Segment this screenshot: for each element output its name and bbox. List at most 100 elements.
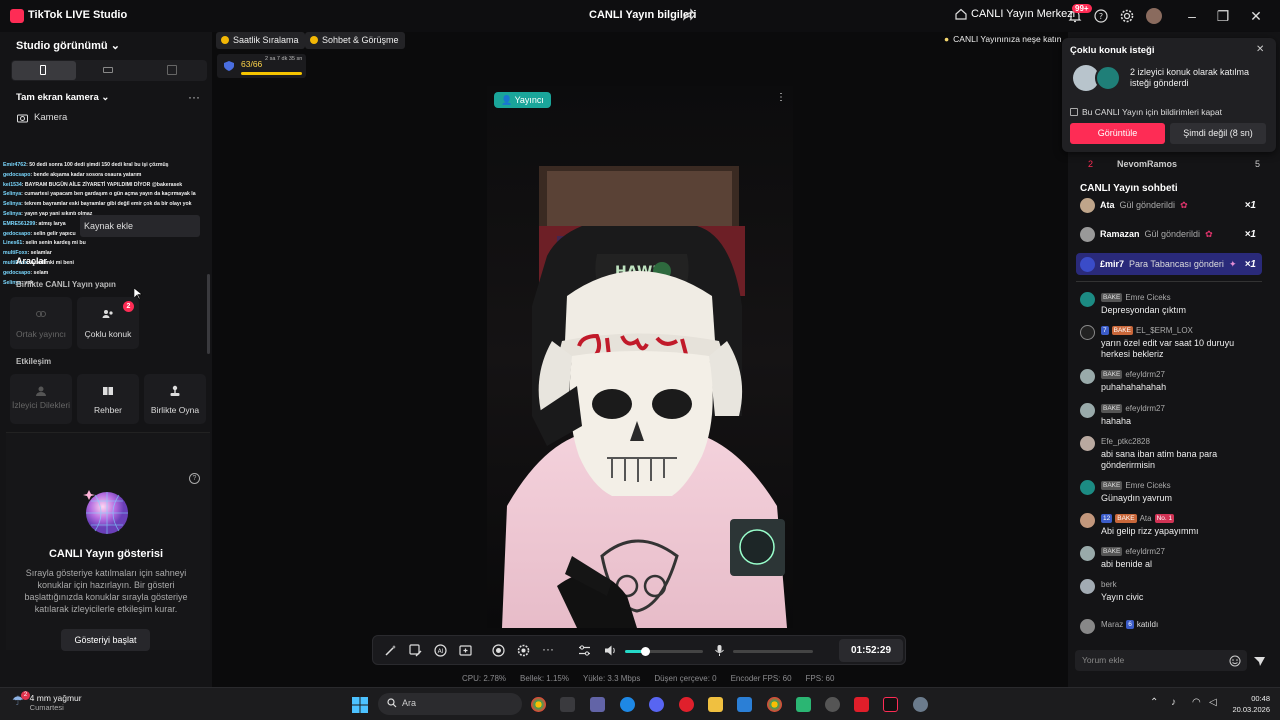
co-host-tool[interactable]: Ortak yayıncı (10, 297, 72, 349)
magic-wand-icon[interactable] (384, 644, 397, 657)
speaker-icon[interactable] (604, 644, 617, 657)
level-badge: 12 (1101, 514, 1113, 523)
emoji-icon[interactable] (1229, 655, 1241, 670)
split-option[interactable] (167, 65, 177, 75)
chevron-up-icon[interactable]: ⌃ (1150, 697, 1158, 708)
teams-icon[interactable] (590, 697, 605, 712)
avatar (1080, 226, 1095, 242)
tiktok-icon[interactable] (883, 697, 898, 712)
send-icon[interactable] (1254, 656, 1265, 670)
encoder-fps-stat: Encoder FPS: 60 (730, 674, 792, 683)
avatar (1080, 546, 1095, 561)
live-show-description: Sırayla gösteriye katılmaları için sahne… (24, 568, 188, 614)
folder-icon[interactable] (708, 697, 723, 712)
rank-position: 2 (1088, 159, 1094, 169)
message-text: abi sana iban atim bana para gönderirmis… (1101, 449, 1218, 470)
chrome-icon[interactable] (767, 697, 782, 712)
person-icon: 👤 (501, 95, 513, 105)
landscape-option[interactable] (103, 67, 113, 73)
system-clock[interactable]: 00:48 20.03.2026 (1226, 693, 1270, 715)
checkbox[interactable] (1070, 108, 1078, 116)
overlay-chat-user: Lines61 (3, 240, 23, 247)
tiktok-logo-icon (10, 9, 24, 23)
live-center-button[interactable]: CANLI Yayın Merkezi (955, 8, 1075, 20)
interaction-heading: Etkileşim (16, 357, 52, 366)
disco-ball-icon (81, 489, 133, 540)
hourly-ranking-pill[interactable]: Saatlik Sıralama (216, 32, 305, 49)
video-more-icon[interactable]: ⋮ (776, 92, 786, 103)
start-show-button[interactable]: Gösteriyi başlat (61, 629, 150, 651)
live-info-title[interactable]: CANLI Yayın bilgileri (589, 9, 696, 21)
search-placeholder: Ara (402, 698, 417, 708)
message-text: Günaydın yavrum (1101, 493, 1173, 503)
record-icon[interactable] (492, 644, 505, 657)
viewer-wishes-tool[interactable]: İzleyici Dilekleri (10, 374, 72, 424)
avatar (1080, 619, 1095, 634)
upload-stat: Yükle: 3.3 Mbps (582, 674, 641, 683)
svg-text:AI: AI (438, 648, 444, 655)
chat-call-pill[interactable]: Sohbet & Görüşme (305, 32, 405, 49)
help-icon[interactable]: ? (189, 473, 200, 484)
mute-notifications-checkbox[interactable]: Bu CANLI Yayın için bildirimleri kapat (1070, 107, 1222, 117)
comment-input[interactable]: Yorum ekle (1075, 650, 1247, 671)
camera-source[interactable]: Kamera (17, 112, 67, 123)
view-button[interactable]: Görüntüle (1070, 123, 1165, 144)
app-icon[interactable] (825, 697, 840, 712)
add-source-button[interactable]: Kaynak ekle (80, 215, 200, 237)
store-icon[interactable] (560, 697, 575, 712)
opera-icon[interactable] (679, 697, 694, 712)
whatsapp-icon[interactable] (796, 697, 811, 712)
close-icon[interactable]: ✕ (1248, 8, 1264, 24)
mail-icon[interactable] (737, 697, 752, 712)
rank-progress[interactable]: 63/66 2 sa 7 dk 35 sn (217, 54, 306, 78)
overlay-chat-line: Selinya: tekrem bayramlar eski bayramlar… (3, 200, 213, 210)
camera-preview[interactable]: HAWN (487, 86, 793, 628)
microphone-icon[interactable] (713, 644, 726, 657)
wifi-icon[interactable]: ◠ (1192, 697, 1201, 708)
settings-gear-icon[interactable] (913, 697, 928, 712)
volume-slider-handle[interactable] (641, 647, 650, 656)
edge-icon[interactable] (620, 697, 635, 712)
tip-banner[interactable]: ● CANLI Yayınınıza neşe katın (944, 34, 1062, 44)
chrome-icon[interactable] (531, 697, 546, 712)
message-header: berk (1101, 580, 1117, 589)
broadcast-controls: AI ··· 01:52:29 (372, 635, 906, 665)
not-now-button[interactable]: Şimdi değil (8 sn) (1170, 123, 1266, 144)
more-icon[interactable]: ··· (188, 90, 200, 104)
more-icon[interactable]: ··· (542, 643, 555, 657)
fan-badge: BAKE (1111, 326, 1133, 335)
microphone-icon[interactable]: ♪ (1171, 697, 1176, 708)
windows-start-icon[interactable] (352, 697, 368, 713)
message-header: Efe_ptkc2828 (1101, 437, 1150, 446)
volume-track[interactable] (645, 650, 703, 653)
guests-icon (102, 308, 114, 320)
discord-icon[interactable] (649, 697, 664, 712)
help-icon[interactable]: ? (1093, 8, 1109, 24)
settings-gear-icon[interactable] (1119, 8, 1135, 24)
scrollbar[interactable] (207, 274, 210, 354)
close-icon[interactable]: ✕ (1256, 44, 1264, 55)
ai-effect-icon[interactable]: AI (434, 644, 447, 657)
share-icon[interactable] (682, 8, 696, 22)
ranking-row: 2 NevomRamos 5 (1088, 159, 1260, 169)
add-scene-icon[interactable] (459, 644, 472, 657)
message-user: Emre Ciceks (1125, 481, 1171, 490)
minimize-icon[interactable]: – (1184, 8, 1200, 24)
avatar (1080, 579, 1095, 594)
guide-tool[interactable]: Rehber (77, 374, 139, 424)
scene-dropdown[interactable]: Tam ekran kamera ⌄ (16, 92, 109, 103)
restore-icon[interactable]: ❐ (1215, 8, 1231, 24)
mixer-settings-icon[interactable] (578, 644, 591, 657)
play-together-tool[interactable]: Birlikte Oyna (144, 374, 206, 424)
clock-date: 20.03.2026 (1232, 705, 1270, 714)
mic-volume-track[interactable] (733, 650, 813, 653)
tool-label: Çoklu konuk (84, 329, 132, 339)
layout-edit-icon[interactable] (409, 644, 422, 657)
broadcaster-tag: 👤 Yayıncı (494, 92, 551, 108)
taskbar-search[interactable]: Ara (378, 693, 522, 715)
avatar[interactable] (1146, 8, 1162, 24)
volume-icon[interactable]: ◁ (1209, 697, 1217, 708)
youtube-icon[interactable] (854, 697, 869, 712)
studio-view-dropdown[interactable]: Studio görünümü ⌄ (16, 39, 120, 52)
clip-icon[interactable] (517, 644, 530, 657)
